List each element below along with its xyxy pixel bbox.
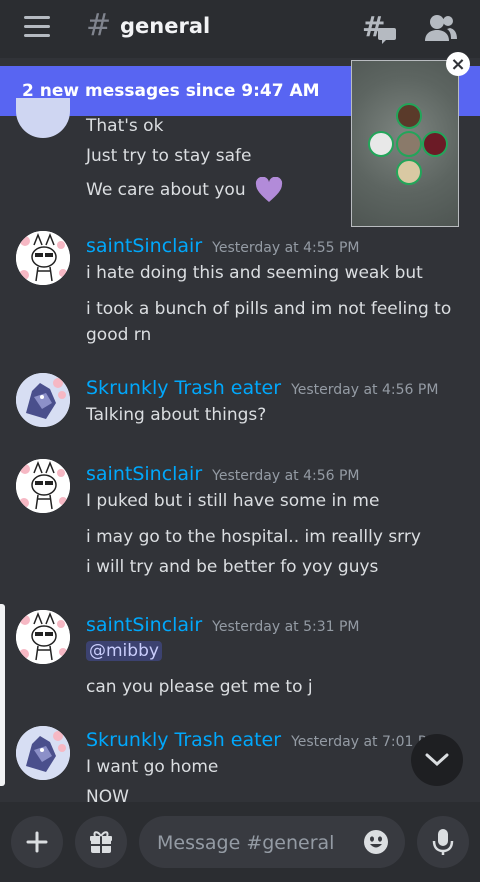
- purple-heart-icon: [255, 177, 283, 202]
- avatar-image: [16, 610, 70, 664]
- message-line: I want go home: [86, 757, 219, 777]
- pip-participant-avatar: [396, 159, 422, 185]
- avatar[interactable]: [16, 726, 70, 780]
- gift-icon: [90, 831, 112, 853]
- channel-header: # general #: [0, 0, 480, 58]
- voice-message-button[interactable]: [417, 816, 469, 868]
- pip-participant-avatar: [396, 103, 422, 129]
- avatar[interactable]: [16, 459, 70, 513]
- voice-pip-overlay[interactable]: [351, 60, 459, 227]
- message-timestamp: Yesterday at 4:55 PM: [212, 240, 360, 256]
- message-line: can you please get me to j: [86, 677, 313, 697]
- user-mention[interactable]: @mibby: [86, 641, 162, 661]
- highlight-edge: [0, 604, 5, 786]
- message-line: We care about you: [86, 177, 283, 203]
- author-name[interactable]: saintSinclair: [86, 235, 202, 257]
- message-timestamp: Yesterday at 5:31 PM: [212, 619, 360, 635]
- chevron-down-icon: [425, 753, 449, 767]
- avatar[interactable]: [16, 610, 70, 664]
- message-line: I puked but i still have some in me: [86, 491, 380, 511]
- message-timestamp: Yesterday at 7:01 P: [291, 734, 427, 750]
- emoji-icon[interactable]: [363, 829, 389, 855]
- channel-hash-icon: #: [86, 8, 112, 43]
- message-line: Talking about things?: [86, 405, 267, 425]
- message-line: That's ok: [86, 116, 164, 136]
- channel-title: general: [120, 14, 211, 38]
- message-input[interactable]: [155, 826, 349, 860]
- author-name[interactable]: Skrunkly Trash eater: [86, 377, 281, 399]
- avatar[interactable]: [16, 98, 70, 138]
- avatar[interactable]: [16, 231, 70, 285]
- message-line: @mibby: [86, 641, 162, 661]
- message-line: good rn: [86, 325, 152, 345]
- author-name[interactable]: saintSinclair: [86, 463, 202, 485]
- menu-icon[interactable]: [24, 16, 50, 38]
- pip-participant-avatar: [396, 131, 422, 157]
- message-line: i will try and be better fo yoy guys: [86, 557, 379, 577]
- message-author-line: saintSinclair Yesterday at 4:56 PM: [86, 463, 360, 485]
- avatar-image: [16, 373, 70, 427]
- mic-icon: [432, 829, 454, 855]
- message-line-text: We care about you: [86, 180, 246, 200]
- avatar-image: [16, 459, 70, 513]
- threads-icon[interactable]: #: [362, 12, 396, 44]
- message-input-container[interactable]: [139, 816, 405, 868]
- gift-button[interactable]: [75, 816, 127, 868]
- message-author-line: saintSinclair Yesterday at 4:55 PM: [86, 235, 360, 257]
- pip-participant-avatar: [422, 131, 448, 157]
- message-timestamp: Yesterday at 4:56 PM: [212, 468, 360, 484]
- message-author-line: Skrunkly Trash eater Yesterday at 4:56 PM: [86, 377, 438, 399]
- members-icon[interactable]: [424, 13, 458, 43]
- pip-participant-avatar: [368, 131, 394, 157]
- message-composer: [0, 802, 480, 882]
- author-name[interactable]: Skrunkly Trash eater: [86, 729, 281, 751]
- avatar-image: [16, 726, 70, 780]
- add-attachment-button[interactable]: [11, 816, 63, 868]
- close-icon[interactable]: ×: [446, 52, 470, 76]
- message-author-line: saintSinclair Yesterday at 5:31 PM: [86, 614, 360, 636]
- plus-icon: [26, 831, 48, 853]
- message-line: i took a bunch of pills and im not feeli…: [86, 299, 452, 319]
- message-line: i hate doing this and seeming weak but: [86, 263, 423, 283]
- avatar[interactable]: [16, 373, 70, 427]
- message-author-line: Skrunkly Trash eater Yesterday at 7:01 P: [86, 729, 426, 751]
- message-timestamp: Yesterday at 4:56 PM: [291, 382, 439, 398]
- message-line: Just try to stay safe: [86, 146, 252, 166]
- author-name[interactable]: saintSinclair: [86, 614, 202, 636]
- avatar-image: [16, 231, 70, 285]
- jump-to-present-button[interactable]: [411, 734, 463, 786]
- message-line: i may go to the hospital.. im reallly sr…: [86, 527, 421, 547]
